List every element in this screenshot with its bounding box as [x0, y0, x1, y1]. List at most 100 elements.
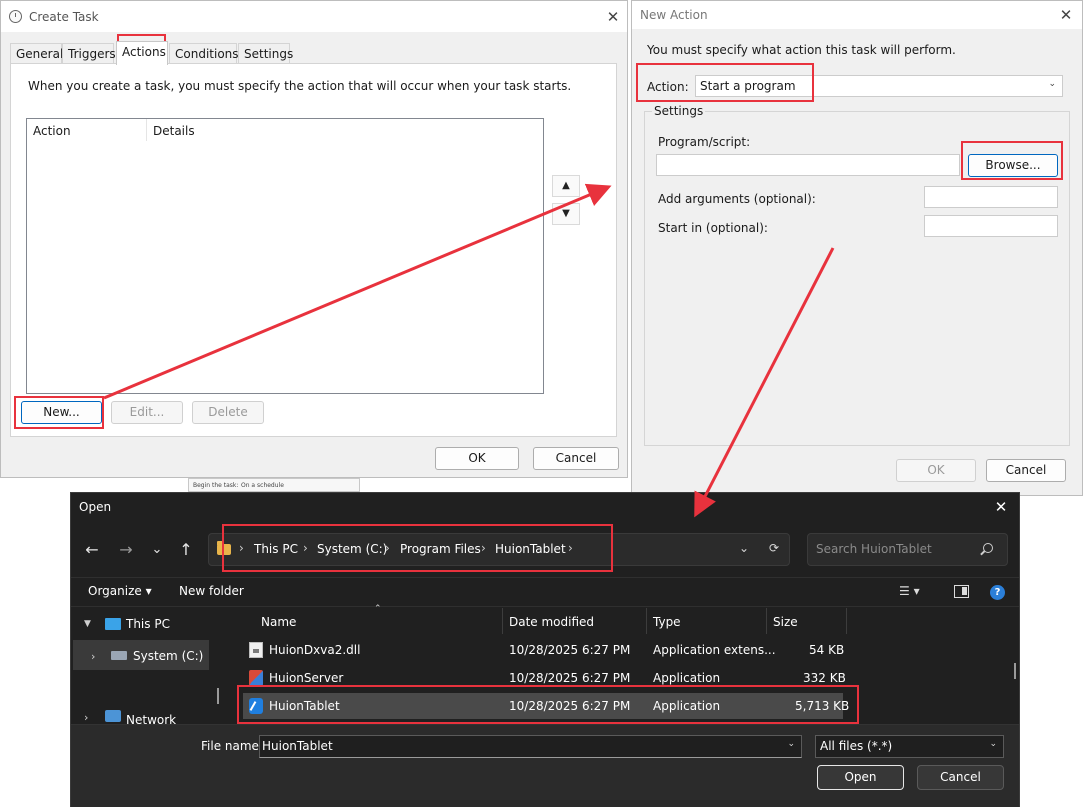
help-icon[interactable]: ? [990, 585, 1005, 600]
breadcrumb-program-files[interactable]: Program Files [400, 542, 481, 556]
file-name-input[interactable]: HuionTablet ⌄ [259, 735, 802, 758]
column-header-date[interactable]: Date modified [509, 615, 594, 629]
chevron-down-icon[interactable]: ⌄ [787, 739, 795, 749]
file-name-value: HuionTablet [262, 739, 333, 753]
view-options-icon[interactable]: ☰ ▾ [899, 584, 920, 598]
move-up-button[interactable]: ▲ [552, 175, 580, 197]
breadcrumb-this-pc[interactable]: This PC [254, 542, 298, 556]
chevron-right-icon: › [385, 541, 390, 555]
actions-list[interactable]: Action Details [26, 118, 544, 394]
breadcrumb-system-c[interactable]: System (C:) [317, 542, 387, 556]
breadcrumb-huiontablet[interactable]: HuionTablet [495, 542, 566, 556]
file-date: 10/28/2025 6:27 PM [509, 699, 631, 713]
forward-icon[interactable]: → [115, 540, 137, 560]
window-title: New Action [640, 8, 708, 22]
file-list: ⌃ Name Date modified Type Size HuionDxva… [231, 604, 1019, 724]
column-header-size[interactable]: Size [773, 615, 798, 629]
refresh-icon[interactable]: ⟳ [769, 541, 779, 555]
cancel-button[interactable]: Cancel [917, 765, 1004, 790]
background-task-window: Begin the task: On a schedule [188, 478, 360, 492]
column-header-type[interactable]: Type [653, 615, 681, 629]
chevron-down-icon: ⌄ [989, 739, 997, 749]
start-in-label: Start in (optional): [658, 221, 768, 235]
file-row[interactable]: HuionServer 10/28/2025 6:27 PM Applicati… [243, 665, 846, 691]
column-divider[interactable] [502, 608, 503, 634]
file-size: 54 KB [809, 643, 845, 657]
close-icon[interactable]: ✕ [603, 7, 623, 27]
cancel-button[interactable]: Cancel [986, 459, 1066, 482]
app-icon [249, 670, 263, 686]
recent-locations-icon[interactable]: ⌄ [146, 540, 168, 560]
chevron-down-icon: ⌄ [1048, 79, 1056, 89]
tab-conditions[interactable]: Conditions [169, 43, 239, 64]
arguments-field[interactable] [924, 186, 1058, 208]
window-title: Create Task [29, 10, 99, 24]
network-icon [105, 710, 121, 722]
file-name: HuionTablet [269, 699, 340, 713]
delete-button[interactable]: Delete [192, 401, 264, 424]
file-date: 10/28/2025 6:27 PM [509, 643, 631, 657]
new-action-button[interactable]: New... [21, 401, 102, 424]
tab-triggers[interactable]: Triggers [62, 43, 116, 64]
folder-icon [217, 541, 231, 555]
browse-button[interactable]: Browse... [968, 154, 1058, 177]
ok-button[interactable]: OK [435, 447, 519, 470]
new-action-titlebar: New Action ✕ [632, 1, 1082, 29]
program-script-field[interactable] [656, 154, 960, 176]
file-row-selected[interactable]: HuionTablet 10/28/2025 6:27 PM Applicati… [243, 693, 849, 719]
settings-label: Settings [652, 104, 706, 118]
file-type-filter[interactable]: All files (*.*) ⌄ [815, 735, 1004, 758]
file-size: 5,713 KB [795, 699, 850, 713]
schedule-label: On a schedule [241, 482, 284, 489]
action-select[interactable]: Start a program ⌄ [695, 75, 1063, 97]
column-divider[interactable] [766, 608, 767, 634]
file-list-scrollbar[interactable] [1014, 663, 1016, 679]
tab-actions[interactable]: Actions [116, 41, 168, 65]
address-dropdown-icon[interactable]: ⌄ [739, 541, 749, 555]
expand-arrow-icon[interactable]: ▼ [84, 619, 91, 629]
create-task-window: Create Task ✕ General Triggers Actions C… [0, 0, 628, 478]
cancel-button[interactable]: Cancel [533, 447, 619, 470]
file-type: Application extens... [653, 643, 776, 657]
file-row[interactable]: HuionDxva2.dll 10/28/2025 6:27 PM Applic… [243, 637, 845, 663]
new-action-window: New Action ✕ You must specify what actio… [631, 0, 1083, 496]
up-folder-icon[interactable]: ↑ [175, 540, 197, 560]
close-icon[interactable]: ✕ [1056, 5, 1076, 25]
action-select-value: Start a program [700, 79, 796, 93]
search-box[interactable]: Search HuionTablet [807, 533, 1008, 566]
move-down-button[interactable]: ▼ [552, 203, 580, 225]
search-placeholder: Search HuionTablet [816, 542, 932, 556]
back-icon[interactable]: ← [81, 540, 103, 560]
edit-button[interactable]: Edit... [111, 401, 183, 424]
drive-icon [111, 651, 127, 660]
tab-general[interactable]: General [10, 43, 63, 64]
nav-scrollbar[interactable] [217, 688, 219, 704]
organize-menu[interactable]: Organize ▾ [88, 584, 152, 598]
column-divider[interactable] [646, 608, 647, 634]
column-header-name[interactable]: Name [261, 615, 296, 629]
create-task-titlebar: Create Task ✕ [1, 1, 627, 32]
close-icon[interactable]: ✕ [991, 497, 1011, 517]
tab-settings[interactable]: Settings [238, 43, 293, 64]
nav-system-c[interactable]: System (C:) [133, 649, 203, 663]
nav-this-pc[interactable]: This PC [126, 617, 170, 631]
file-type-filter-value: All files (*.*) [820, 739, 893, 753]
column-divider[interactable] [846, 608, 847, 634]
ok-button[interactable]: OK [896, 459, 976, 482]
collapse-arrow-icon[interactable]: › [84, 711, 88, 724]
open-button[interactable]: Open [817, 765, 904, 790]
chevron-right-icon: › [239, 541, 244, 555]
file-name: HuionServer [269, 671, 344, 685]
new-folder-button[interactable]: New folder [179, 584, 244, 598]
column-header-action[interactable]: Action [27, 119, 77, 143]
preview-pane-icon[interactable] [954, 585, 969, 598]
address-bar[interactable]: › This PC › System (C:) › Program Files … [208, 533, 790, 566]
action-info-text: You must specify what action this task w… [647, 43, 956, 57]
actions-description: When you create a task, you must specify… [28, 79, 572, 93]
column-header-details[interactable]: Details [147, 119, 201, 143]
file-date: 10/28/2025 6:27 PM [509, 671, 631, 685]
arguments-label: Add arguments (optional): [658, 192, 816, 206]
collapse-arrow-icon[interactable]: › [91, 650, 95, 663]
start-in-field[interactable] [924, 215, 1058, 237]
dll-icon [249, 642, 263, 658]
